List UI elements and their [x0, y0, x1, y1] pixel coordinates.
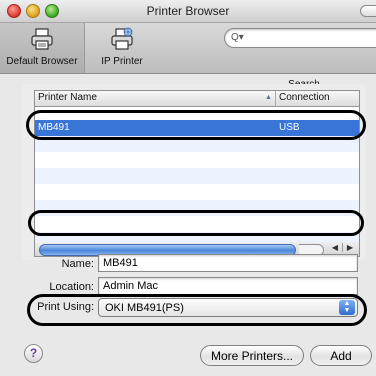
title-bar: Printer Browser [0, 0, 376, 23]
printer-icon [31, 28, 53, 50]
empty-row [35, 184, 359, 200]
column-header-printer-name[interactable]: Printer Name [38, 92, 97, 103]
search-box[interactable]: Q▾ [224, 28, 376, 48]
network-printer-icon [111, 27, 133, 50]
ip-printer-label: IP Printer [101, 56, 143, 67]
search-input[interactable] [249, 31, 376, 47]
empty-row [35, 168, 359, 184]
printer-name-cell: MB491 [38, 122, 70, 133]
default-browser-label: Default Browser [6, 56, 78, 67]
scroll-left-icon[interactable]: ◀ [328, 243, 342, 252]
printer-table[interactable]: Printer Name ▲ Connection MB491 USB [34, 90, 360, 245]
column-header-connection[interactable]: Connection [279, 92, 330, 103]
name-field[interactable] [98, 254, 358, 272]
help-button[interactable]: ? [24, 344, 43, 363]
print-using-label: Print Using: [37, 301, 94, 313]
location-field[interactable] [98, 277, 358, 295]
empty-row [35, 152, 359, 168]
table-header: Printer Name ▲ Connection [35, 91, 359, 107]
scroll-right-icon[interactable]: ▶ [342, 243, 357, 252]
ip-printer-button[interactable]: IP Printer [90, 23, 154, 73]
table-row[interactable]: MB491 USB [35, 120, 359, 136]
name-label: Name: [61, 258, 94, 270]
print-using-value: OKI MB491(PS) [105, 302, 184, 314]
connection-cell: USB [279, 122, 300, 133]
empty-row [35, 216, 359, 232]
empty-row [35, 200, 359, 216]
column-divider [275, 91, 276, 106]
location-label: Location: [49, 281, 94, 293]
window-title: Printer Browser [146, 4, 230, 18]
add-button[interactable]: Add [310, 345, 372, 366]
print-using-select[interactable]: OKI MB491(PS) ▲ ▼ [98, 298, 358, 317]
toolbar-toggle-button[interactable] [360, 5, 376, 17]
toolbar: Default Browser IP Printer Q▾ Search [0, 23, 376, 90]
empty-row [35, 136, 359, 152]
default-browser-button[interactable]: Default Browser [0, 23, 85, 73]
more-printers-button[interactable]: More Printers... [200, 345, 304, 366]
search-icon[interactable]: Q▾ [231, 32, 244, 43]
sort-ascending-icon: ▲ [265, 94, 272, 101]
select-arrows-icon: ▲ ▼ [339, 300, 355, 315]
